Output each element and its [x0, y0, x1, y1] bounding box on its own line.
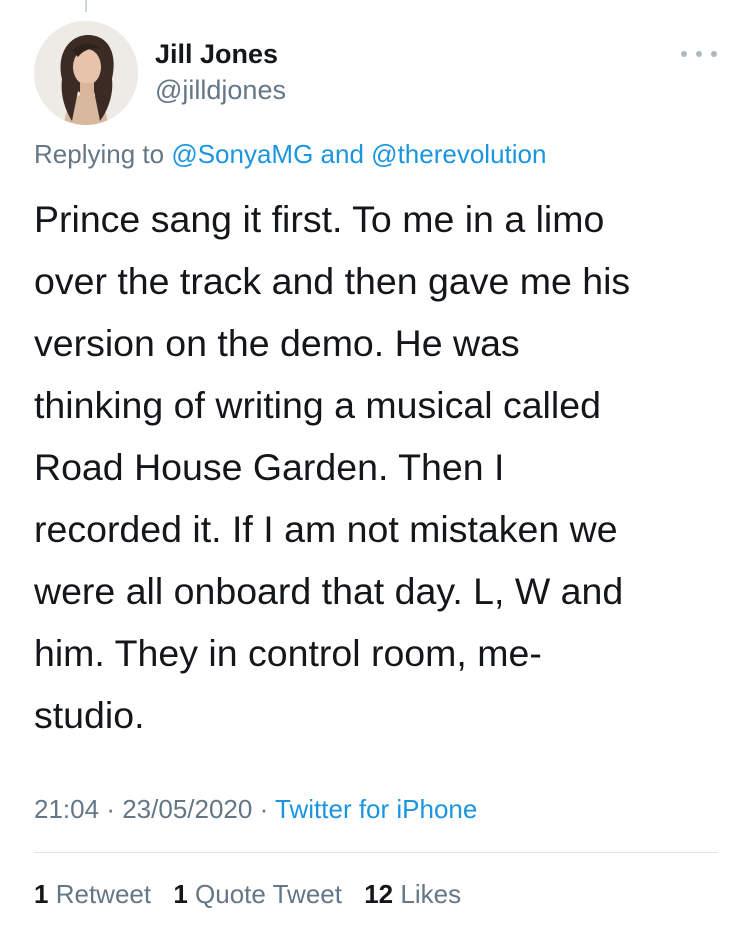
tweet-time[interactable]: 21:04: [34, 794, 99, 824]
tweet-date[interactable]: 23/05/2020: [122, 794, 252, 824]
meta-separator: ·: [259, 794, 269, 824]
author-handle[interactable]: @jilldjones: [155, 72, 286, 108]
replying-to-line: Replying to @SonyaMG and @therevolution: [34, 136, 546, 172]
likes-stat[interactable]: 12 Likes: [364, 879, 461, 909]
tweet-text-line: him. They in control room, me-: [34, 632, 542, 674]
quote-tweets-count: 1: [173, 879, 188, 909]
tweet-metadata: 21:04 · 23/05/2020 · Twitter for iPhone: [34, 791, 477, 827]
tweet-text-line: Prince sang it first. To me in a limo: [34, 198, 605, 240]
quote-tweets-stat[interactable]: 1 Quote Tweet: [173, 879, 342, 909]
author-display-name[interactable]: Jill Jones: [155, 36, 286, 72]
retweets-count: 1: [34, 879, 49, 909]
more-dot: [696, 51, 702, 57]
author-block[interactable]: Jill Jones @jilldjones: [155, 36, 286, 108]
retweets-stat[interactable]: 1 Retweet: [34, 879, 151, 909]
tweet-text-line: studio.: [34, 694, 145, 736]
mention-link-sonyamg[interactable]: @SonyaMG: [171, 139, 313, 169]
mention-link-therevolution[interactable]: @therevolution: [371, 139, 546, 169]
tweet-text-line: thinking of writing a musical called: [34, 384, 601, 426]
meta-separator: ·: [106, 794, 115, 824]
tweet-text-line: recorded it. If I am not mistaken we: [34, 508, 618, 550]
likes-label: Likes: [400, 879, 462, 909]
thread-connector-line: [85, 0, 87, 12]
tweet-text-line: Road House Garden. Then I: [34, 446, 505, 488]
likes-count: 12: [364, 879, 394, 909]
replying-to-label: Replying to: [34, 139, 165, 169]
tweet-text: Prince sang it first. To me in a limo ov…: [34, 188, 714, 746]
retweets-label: Retweet: [55, 879, 152, 909]
more-options-icon[interactable]: [681, 48, 717, 60]
more-dot: [711, 51, 717, 57]
tweet-source-link[interactable]: Twitter for iPhone: [275, 794, 477, 824]
engagement-stats: 1 Retweet 1 Quote Tweet 12 Likes: [34, 876, 476, 912]
tweet-text-line: over the track and then gave me his: [34, 260, 631, 302]
more-dot: [681, 51, 687, 57]
tweet-text-line: version on the demo. He was: [34, 322, 520, 364]
tweet-text-line: were all onboard that day. L, W and: [34, 570, 624, 612]
reply-connector: and: [320, 139, 364, 169]
avatar[interactable]: [34, 21, 138, 125]
quote-tweets-label: Quote Tweet: [195, 879, 342, 909]
profile-photo-icon: [34, 21, 138, 125]
divider: [34, 852, 718, 853]
